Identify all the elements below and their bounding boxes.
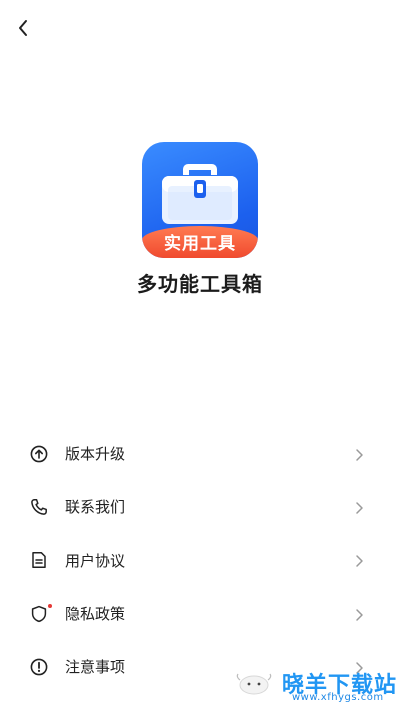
menu-item-label: 用户协议 bbox=[65, 551, 126, 570]
chevron-right-icon bbox=[354, 500, 364, 514]
site-watermark: 晓羊下载站 www.xfhygs.com bbox=[234, 667, 400, 703]
document-icon bbox=[30, 551, 48, 569]
menu-item-label: 联系我们 bbox=[65, 498, 126, 517]
sheep-logo-icon bbox=[236, 673, 272, 695]
settings-menu: 版本升级 联系我们 用户协议 隐私政策 注意事项 bbox=[0, 427, 400, 693]
menu-item-privacy-policy[interactable]: 隐私政策 bbox=[0, 587, 400, 640]
chevron-left-icon bbox=[19, 20, 27, 36]
alert-circle-icon bbox=[30, 658, 48, 676]
menu-item-version-upgrade[interactable]: 版本升级 bbox=[0, 427, 400, 480]
watermark-url: www.xfhygs.com bbox=[292, 692, 384, 703]
notification-dot bbox=[48, 603, 52, 608]
back-button[interactable] bbox=[12, 16, 36, 40]
shield-icon bbox=[30, 605, 48, 623]
chevron-right-icon bbox=[354, 607, 364, 621]
chevron-right-icon bbox=[354, 553, 364, 567]
phone-icon bbox=[30, 498, 48, 516]
app-name: 多功能工具箱 bbox=[137, 272, 263, 296]
menu-item-user-agreement[interactable]: 用户协议 bbox=[0, 534, 400, 587]
arrow-up-circle-icon bbox=[30, 445, 48, 463]
menu-item-contact-us[interactable]: 联系我们 bbox=[0, 480, 400, 533]
app-icon-banner-text: 实用工具 bbox=[164, 234, 236, 254]
menu-item-label: 版本升级 bbox=[65, 445, 126, 464]
menu-item-label: 隐私政策 bbox=[65, 605, 126, 624]
menu-item-label: 注意事项 bbox=[65, 658, 126, 677]
app-icon: 实用工具 bbox=[142, 142, 258, 258]
chevron-right-icon bbox=[354, 447, 364, 461]
